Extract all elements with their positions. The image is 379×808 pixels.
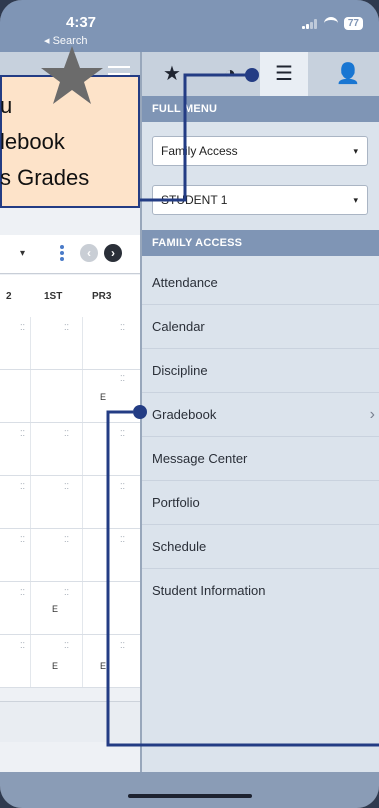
- home-indicator[interactable]: [128, 794, 252, 798]
- column-header: 1ST: [44, 291, 63, 302]
- grade-cell[interactable]: E: [100, 392, 106, 402]
- grade-cell[interactable]: E: [100, 661, 106, 671]
- column-header: 2: [6, 291, 12, 302]
- table-row: ⁚⁚ ⁚⁚ ⁚⁚ E E: [0, 635, 140, 688]
- grade-cell[interactable]: E: [52, 604, 58, 614]
- callout-line: u: [0, 93, 13, 118]
- full-menu-heading: FULL MENU: [142, 96, 379, 122]
- menu-item-gradebook[interactable]: Gradebook ›: [142, 393, 379, 437]
- table-row: ⁚⁚ ⁚⁚ ⁚⁚: [0, 423, 140, 476]
- table-row: ⁚⁚ ⁚⁚ ⁚⁚: [0, 317, 140, 370]
- bottom-bar: [0, 772, 379, 808]
- wifi-icon: [323, 17, 338, 30]
- battery-icon: 77: [343, 17, 363, 30]
- table-row: ⁚⁚ ⁚⁚ ⁚⁚: [0, 476, 140, 529]
- menu-item-message-center[interactable]: Message Center: [142, 437, 379, 481]
- signal-icon: [301, 18, 318, 29]
- star-icon: ★: [163, 63, 181, 85]
- favorites-tab[interactable]: ★: [148, 52, 196, 96]
- menu-item-label: Gradebook: [152, 407, 217, 422]
- status-icons: 77: [301, 17, 363, 30]
- account-tab[interactable]: 👤: [324, 52, 372, 96]
- chevron-down-icon: ▾: [353, 195, 358, 205]
- menu-item-attendance[interactable]: Attendance: [142, 261, 379, 305]
- column-header: PR3: [92, 291, 112, 302]
- full-menu-tab[interactable]: ☰: [260, 52, 308, 96]
- person-icon: 👤: [335, 63, 361, 85]
- recent-tab[interactable]: ◔: [206, 52, 254, 96]
- family-access-heading: FAMILY ACCESS: [142, 230, 379, 256]
- menu-item-schedule[interactable]: Schedule: [142, 525, 379, 569]
- dropdown-caret-icon[interactable]: ▾: [20, 248, 25, 259]
- grade-grid: ⁚⁚ ⁚⁚ ⁚⁚ ⁚⁚ E ⁚⁚ ⁚⁚ ⁚⁚ ⁚⁚ ⁚⁚ ⁚⁚ ⁚⁚ ⁚⁚ ⁚⁚ ⁚⁚ ⁚⁚ E ⁚⁚…: [0, 317, 140, 688]
- table-row: ⁚⁚ E: [0, 370, 140, 423]
- full-menu-panel: ★ ◔ ☰ 👤 FULL MENU Family Access ▾ STUDEN…: [140, 52, 379, 772]
- star-icon: [41, 46, 103, 104]
- callout-line: s Grades: [0, 165, 90, 190]
- previous-arrow-icon[interactable]: ‹: [80, 244, 98, 262]
- menu-item-student-information[interactable]: Student Information: [142, 569, 379, 613]
- status-time: 4:37: [66, 14, 97, 31]
- table-row: ⁚⁚ ⁚⁚ ⁚⁚: [0, 529, 140, 582]
- list-icon: ☰: [275, 63, 293, 85]
- menu-item-calendar[interactable]: Calendar: [142, 305, 379, 349]
- access-type-value: Family Access: [161, 144, 238, 158]
- table-row: ⁚⁚ ⁚⁚ E: [0, 582, 140, 635]
- menu-tab-bar: ★ ◔ ☰ 👤: [142, 52, 379, 96]
- more-options-icon[interactable]: [60, 245, 64, 263]
- grade-cell[interactable]: E: [52, 661, 58, 671]
- callout-line: lebook: [0, 129, 65, 154]
- clock-icon: ◔: [223, 63, 237, 85]
- page-footer: [0, 701, 140, 742]
- gradebook-toolbar: ▾ ‹ ›: [0, 235, 140, 274]
- menu-item-discipline[interactable]: Discipline: [142, 349, 379, 393]
- student-value: STUDENT 1: [161, 193, 228, 207]
- grade-column-header: 2 1ST PR3: [0, 275, 140, 318]
- student-select[interactable]: STUDENT 1 ▾: [152, 185, 368, 215]
- menu-item-portfolio[interactable]: Portfolio: [142, 481, 379, 525]
- chevron-right-icon: ›: [369, 406, 375, 423]
- chevron-down-icon: ▾: [353, 146, 358, 156]
- phone-screen: 4:37 ◂ Search 77 ▾ ‹ › 2 1ST PR3 ⁚⁚ ⁚⁚ ⁚⁚ …: [0, 0, 379, 808]
- access-type-select[interactable]: Family Access ▾: [152, 136, 368, 166]
- next-arrow-icon[interactable]: ›: [104, 244, 122, 262]
